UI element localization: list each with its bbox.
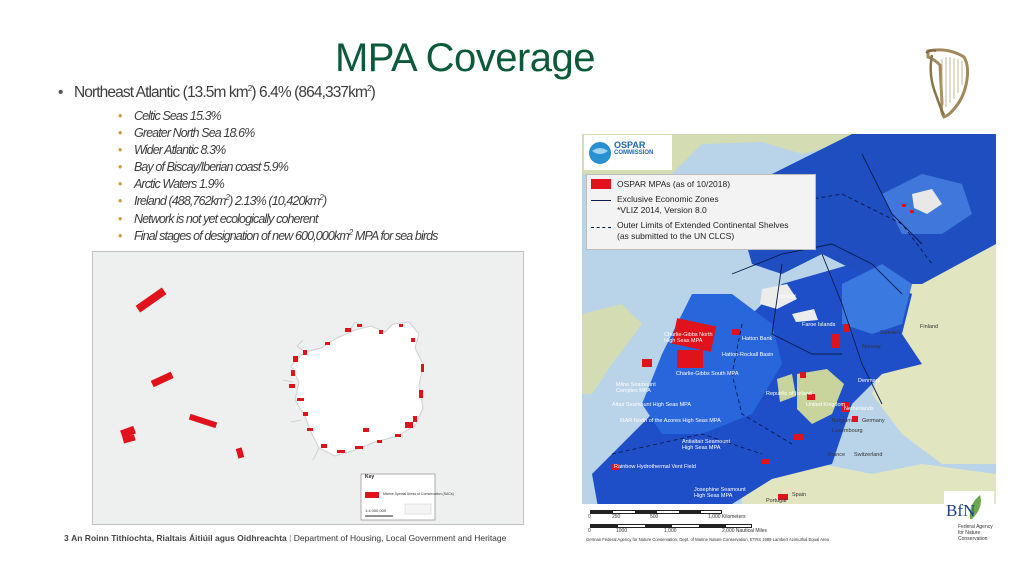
bfn-logo: BfN Federal Agency for Nature Conservati…	[944, 491, 994, 543]
label-switzerland: Switzerland	[854, 452, 883, 458]
legend-ecs-note: (as submitted to the UN CLCS)	[617, 231, 735, 241]
label-ireland: Republic of Ireland	[766, 391, 812, 397]
scale-nm-1000: 1000	[616, 528, 628, 534]
sub-bullet-list: Celtic Seas 15.3% Greater North Sea 18.6…	[58, 108, 578, 245]
bfn-mark: BfN	[946, 501, 976, 520]
label-rainbow: Rainbow Hydrothermal Vent Field	[614, 464, 696, 470]
scale-nm-1000b: 1,000	[664, 528, 677, 534]
scale-nm-0: 0	[588, 528, 591, 534]
footer-irish: An Roinn Tithíochta, Rialtais Áitiúil ag…	[71, 533, 287, 543]
label-altair: Altair Seamount High Seas MPA	[612, 402, 692, 408]
bullet-text: )	[322, 194, 327, 209]
scale-km-1000: 1,000 Kilometers	[708, 514, 746, 520]
label-hatton-bank: Hatton Bank	[742, 336, 773, 342]
bullet-text: Northeast Atlantic (13.5m km	[74, 84, 249, 101]
label-josephine: Josephine Seamount High Seas MPA	[694, 487, 746, 499]
scale-nm-2000: 2,000 Nautical Miles	[722, 528, 768, 534]
bullet-list: Northeast Atlantic (13.5m km2) 6.4% (864…	[58, 84, 578, 245]
bullet-text: )	[370, 84, 376, 101]
label-finland: Finland	[920, 324, 939, 330]
label-charlie-south: Charlie-Gibbs South MPA	[676, 371, 739, 377]
bullet-text: Ireland (488,762km	[134, 194, 226, 209]
ospar-legend: OSPAR MPAs (as of 10/2018) Exclusive Eco…	[586, 174, 816, 250]
sub-bullet-network: Network is not yet ecologically coherent	[118, 211, 578, 228]
slide-footer: 3 An Roinn Tithíochta, Rialtais Áitiúil …	[64, 533, 506, 543]
label-spain: Spain	[792, 492, 807, 498]
legend-eez: Exclusive Economic Zones	[617, 194, 719, 204]
bfn-line-3: Conservation	[958, 536, 988, 542]
scale-km-250: 250	[612, 514, 621, 520]
legend-ecs: Outer Limits of Extended Continental She…	[617, 220, 789, 230]
legend-mpas: OSPAR MPAs (as of 10/2018)	[617, 179, 731, 189]
legend-eez-version: *VLIZ 2014, Version 8.0	[617, 205, 707, 215]
legend-eez-line	[591, 200, 611, 201]
ospar-globe-icon	[589, 142, 611, 164]
key-item-label: Marine Special Areas of Conservation (SA…	[383, 492, 454, 496]
label-norway: Norway	[862, 344, 881, 350]
label-sweden: Sweden	[880, 330, 900, 336]
label-faroe: Faroe Islands	[802, 322, 836, 328]
label-belgium: Belgium	[832, 418, 852, 424]
ospar-logo: OSPAR COMMISSION	[584, 135, 672, 170]
bullet-northeast-atlantic: Northeast Atlantic (13.5m km2) 6.4% (864…	[58, 84, 578, 102]
sub-bullet-north-sea: Greater North Sea 18.6%	[118, 125, 578, 142]
scale-text: 1:4,000,000	[365, 508, 387, 513]
ospar-scale-bar: 0 250 500 1,000 Kilometers 0 1000 1,000 …	[582, 504, 996, 544]
sub-bullet-ireland: Ireland (488,762km2) 2.13% (10,420km2)	[118, 193, 578, 210]
label-uk: United Kingdom	[806, 402, 846, 408]
bullet-text: ) 2.13% (10,420km	[229, 194, 320, 209]
label-charlie-north: Charlie-Gibbs North High Seas MPA	[664, 332, 713, 344]
key-title: Key	[365, 474, 375, 480]
bullet-text: Final stages of designation of new 600,0…	[134, 228, 350, 243]
harp-emblem-icon	[925, 48, 970, 119]
legend-ecs-line	[591, 227, 611, 228]
label-milne: Milne Seamount Complex MPA	[616, 382, 656, 394]
legend-mpa-swatch	[591, 179, 611, 189]
footer-english: Department of Housing, Local Government …	[293, 533, 507, 543]
ospar-mpa-map: OSPAR COMMISSION OSPAR MPAs (as of 10/20…	[582, 134, 996, 544]
label-iceland: Iceland	[778, 294, 796, 300]
label-line: Complex MPA	[616, 388, 651, 394]
label-antialtair: Antialtair Seamount High Seas MPA	[682, 439, 730, 451]
label-germany: Germany	[862, 418, 885, 424]
ireland-sac-map: Key Marine Special Areas of Conservation…	[92, 251, 524, 525]
slide-title: MPA Coverage	[334, 36, 596, 80]
label-hatton-rockall: Hatton-Rockall Basin	[722, 352, 774, 358]
footer-separator: |	[289, 533, 292, 543]
sub-bullet-celtic: Celtic Seas 15.3%	[118, 108, 578, 125]
label-line: High Seas MPA	[682, 445, 721, 451]
bullet-text: MPA for sea birds	[352, 228, 439, 243]
scale-km-500: 500	[650, 514, 659, 520]
label-denmark: Denmark	[858, 378, 881, 384]
map-credit: German Federal Agency for Nature Conserv…	[586, 537, 829, 542]
label-luxembourg: Luxembourg	[832, 428, 863, 434]
ospar-logo-subtitle: COMMISSION	[614, 150, 654, 156]
label-line: High Seas MPA	[664, 338, 703, 344]
slide-number: 3	[64, 533, 69, 543]
ospar-logo-title: OSPAR	[614, 140, 646, 150]
label-mar: MAR North of the Azores High Seas MPA	[620, 418, 721, 424]
label-netherlands: Netherlands	[844, 406, 874, 412]
sub-bullet-wider-atlantic: Wider Atlantic 8.3%	[118, 142, 578, 159]
scale-km-0: 0	[588, 514, 591, 520]
label-france: France	[828, 452, 846, 458]
ireland-map-graphic	[93, 252, 523, 524]
sub-bullet-arctic: Arctic Waters 1.9%	[118, 176, 578, 193]
label-line: High Seas MPA	[694, 493, 733, 499]
sub-bullet-final: Final stages of designation of new 600,0…	[118, 228, 578, 245]
sub-bullet-biscay: Bay of Biscay/Iberian coast 5.9%	[118, 159, 578, 176]
bullet-text: ) 6.4% (864,337km	[251, 84, 368, 101]
